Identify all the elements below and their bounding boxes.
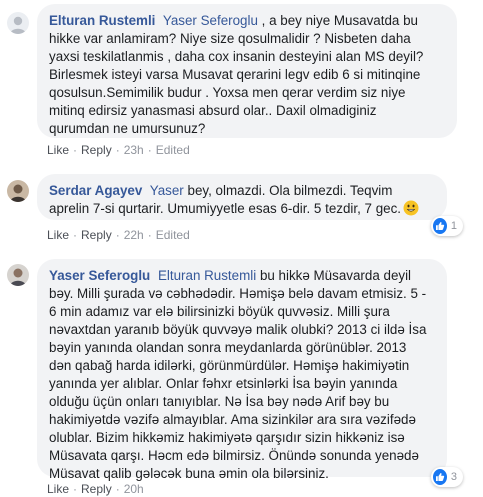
comment-actions: Like · Reply · 22h · Edited [47, 228, 190, 242]
comment-text-line: yanında yer alıblar. Onlar fəhxr etsinlə… [49, 376, 398, 391]
like-link[interactable]: Like [47, 482, 69, 496]
comment-text-line: aprelin 7-si qurtarir. Umumiyyetle esas … [49, 201, 402, 216]
comment-text-line: bey, olmazdi. Ola bilmezdi. Teqvim [187, 183, 393, 198]
comment-text-line: bu hikkə Müsavarda deyil [259, 268, 412, 283]
comment-text-line: Müsavat qalib gələcək buna əmin ola bilə… [49, 466, 329, 481]
comment-text-line: yaxsi teskilatlanmis , daha cox insanin … [49, 49, 424, 64]
edited-label[interactable]: Edited [156, 228, 190, 242]
comment-bubble: Serdar Agayev Yaser bey, olmazdi. Ola bi… [37, 174, 447, 220]
grinning-face-emoji [403, 200, 419, 216]
reaction-count: 1 [450, 220, 457, 232]
comment-text-line: 6 min adamız var elə bilirsinizki böyük … [49, 304, 390, 319]
timestamp[interactable]: 23h [124, 143, 144, 157]
avatar[interactable] [7, 180, 29, 202]
comment-text-line: hikke var anlamiram? Niye size qosulmali… [49, 31, 411, 46]
mention-link[interactable]: Yaser Seferoglu [163, 13, 258, 28]
comment-text-line: olublar. Bizim hikkəmiz hakimiyətə qarşı… [49, 430, 405, 445]
edited-label[interactable]: Edited [156, 143, 190, 157]
author-name[interactable]: Yaser Seferoglu [49, 268, 150, 283]
reply-link[interactable]: Reply [81, 482, 112, 496]
comment-text-line: , a bey niye Musavatda bu [261, 13, 418, 28]
like-reaction-icon [433, 218, 447, 234]
comment-text-line: dən qabağ harda idilərki, görünmürdülər.… [49, 358, 410, 373]
like-link[interactable]: Like [47, 228, 69, 242]
comment-text-line: qurumdan ne umursunuz? [49, 121, 206, 136]
comment-text-line: nəvaxtdan yaranıb böyük quvvəyə malik ol… [49, 322, 427, 337]
reaction-summary[interactable]: 3 [431, 467, 463, 487]
comment-text-line: Müsavata qarşı. Həcm edə bilmirsiz. Önün… [49, 448, 419, 463]
comment-bubble: Yaser Seferoglu Elturan Rustemli bu hikk… [37, 259, 447, 481]
reply-link[interactable]: Reply [81, 143, 112, 157]
comment-text-line: bəy. Milli şurada və cəbhədədir. Həmişə … [49, 286, 427, 301]
avatar[interactable] [7, 264, 29, 286]
comment-actions: Like · Reply · 23h · Edited [47, 143, 190, 157]
comment-text-line: bəyin yanında olandan sonra meydanlarda … [49, 340, 407, 355]
comment-actions: Like · Reply · 20h [47, 482, 144, 496]
reaction-summary[interactable]: 1 [431, 216, 463, 236]
avatar[interactable] [7, 12, 29, 34]
mention-link[interactable]: Yaser [150, 183, 184, 198]
comment-text-line: olduğu üçün onları tanıyıblar. Nə İsa bə… [49, 394, 390, 409]
comment-text-line: mitinq edirsiz yanasmasi absurd olar.. D… [49, 103, 377, 118]
like-reaction-icon [433, 469, 447, 485]
author-name[interactable]: Serdar Agayev [49, 183, 142, 198]
timestamp[interactable]: 20h [124, 482, 144, 496]
comment-bubble: Elturan Rustemli Yaser Seferoglu , a bey… [37, 4, 457, 138]
like-link[interactable]: Like [47, 143, 69, 157]
mention-link[interactable]: Elturan Rustemli [158, 268, 256, 283]
comment-text-line: Birlesmek isteyi varsa Musavat qerarini … [49, 67, 421, 82]
reaction-count: 3 [450, 471, 457, 483]
timestamp[interactable]: 22h [124, 228, 144, 242]
reply-link[interactable]: Reply [81, 228, 112, 242]
comment-text-line: hakimiyətdə vəzifə almayıblar. Ama sizin… [49, 412, 416, 427]
author-name[interactable]: Elturan Rustemli [49, 13, 155, 28]
comment-text-line: qosulsun.Semimilik budur . Yoxsa men qer… [49, 85, 406, 100]
